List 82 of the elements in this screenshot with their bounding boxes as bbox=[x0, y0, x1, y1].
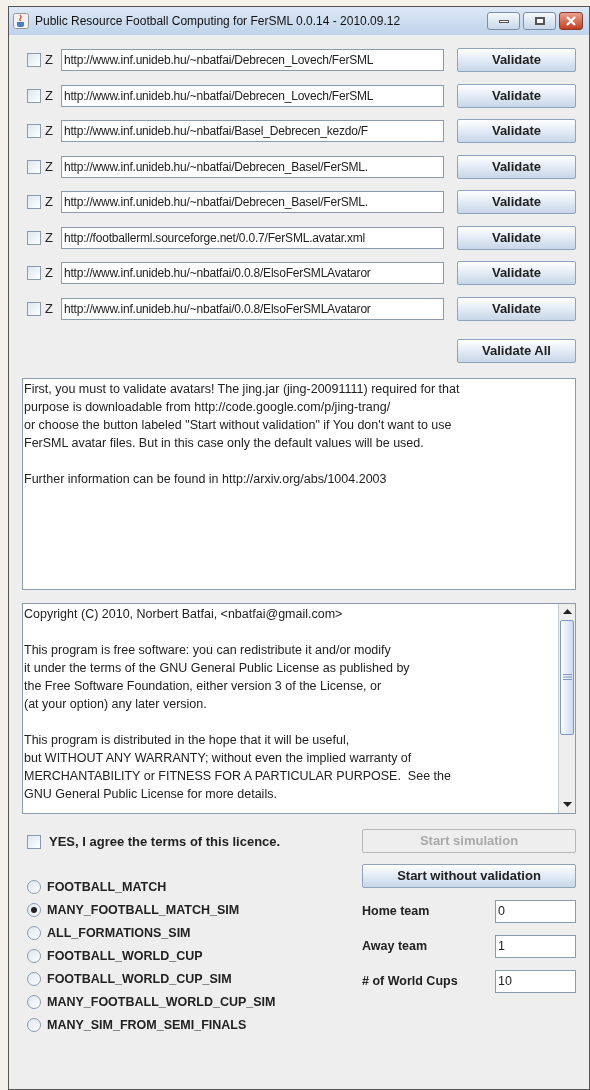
setting-field[interactable]: 0 bbox=[495, 899, 576, 923]
validate-all-button[interactable]: Validate All bbox=[457, 338, 576, 363]
scrollbar[interactable] bbox=[558, 603, 575, 813]
mode-option-label[interactable]: MANY_FOOTBALL_WORLD_CUP_SIM bbox=[47, 992, 276, 1012]
checkbox[interactable] bbox=[27, 88, 41, 103]
maximize-icon bbox=[534, 17, 545, 25]
validate-button[interactable]: Validate bbox=[457, 225, 576, 250]
mode-option-label[interactable]: MANY_SIM_FROM_SEMI_FINALS bbox=[47, 1015, 247, 1035]
setting-field[interactable]: 10 bbox=[495, 969, 576, 993]
checkbox[interactable] bbox=[27, 124, 41, 138]
validate-button[interactable]: Validate bbox=[457, 261, 576, 285]
text-line: First, you must to validate avatars! The jing.jar (jing-20091111) required for that bbox=[24, 380, 460, 398]
url-field[interactable]: http://www.inf.unideb.hu/~nbatfai/Debrecen_Basel/FerSML. bbox=[60, 191, 444, 213]
text-line: the Free Software Foundation, either version 3 of the License, or bbox=[24, 677, 382, 695]
text-line: Copyright (C) 2010, Norbert Batfai, <nbatfai@gmail.com> bbox=[24, 605, 343, 623]
z-label: Z bbox=[45, 157, 53, 176]
text-line: it under the terms of the GNU General Public License as published by bbox=[24, 659, 410, 677]
text-line: or choose the button labeled "Start without validation" if You don't want to use bbox=[24, 416, 452, 434]
url-field[interactable]: http://footballerml.sourceforge.net/0.0.7/FerSML.avatar.xml bbox=[60, 226, 444, 249]
radio-button[interactable] bbox=[27, 972, 41, 986]
text-line: GNU General Public License for more details. bbox=[24, 785, 277, 803]
license-text-area[interactable] bbox=[22, 602, 576, 814]
checkbox[interactable] bbox=[27, 230, 41, 245]
url-field[interactable]: http://www.inf.unideb.hu/~nbatfai/Debrecen_Basel/FerSML. bbox=[60, 155, 444, 178]
mode-option-label[interactable]: FOOTBALL_WORLD_CUP_SIM bbox=[47, 969, 232, 989]
coffee-cup-icon bbox=[13, 13, 29, 29]
z-label: Z bbox=[45, 228, 53, 247]
text-line: This program is free software: you can redistribute it and/or modify bbox=[24, 641, 391, 659]
close-button[interactable] bbox=[559, 12, 583, 30]
close-icon bbox=[566, 16, 576, 26]
text-line: This program is distributed in the hope that it will be useful, bbox=[24, 731, 350, 749]
text-line: FerSML avatar files. But in this case only the default values will be used. bbox=[24, 434, 424, 452]
validate-button[interactable]: Validate bbox=[457, 296, 576, 321]
mode-option-label[interactable]: ALL_FORMATIONS_SIM bbox=[47, 923, 191, 943]
radio-button[interactable] bbox=[27, 995, 41, 1009]
z-label: Z bbox=[45, 122, 53, 141]
radio-button[interactable] bbox=[27, 1018, 41, 1032]
text-line: purpose is downloadable from http://code.google.com/p/jing-trang/ bbox=[24, 398, 391, 416]
checkbox[interactable] bbox=[27, 159, 41, 174]
mode-option-label[interactable]: FOOTBALL_MATCH bbox=[47, 877, 167, 897]
radio-button[interactable] bbox=[27, 903, 41, 917]
checkbox[interactable] bbox=[27, 195, 41, 209]
radio-button[interactable] bbox=[27, 880, 41, 894]
agree-label[interactable]: YES, I agree the terms of this licence. bbox=[49, 831, 281, 852]
minimize-button[interactable] bbox=[487, 12, 520, 30]
text-line: Further information can be found in http://arxiv.org/abs/1004.2003 bbox=[24, 470, 387, 488]
setting-label: Away team bbox=[362, 937, 428, 955]
info-text-area[interactable] bbox=[22, 377, 576, 590]
setting-label: # of World Cups bbox=[362, 972, 458, 990]
setting-label: Home team bbox=[362, 902, 430, 920]
z-label: Z bbox=[45, 299, 53, 318]
agree-checkbox[interactable] bbox=[27, 834, 41, 849]
validate-button[interactable]: Validate bbox=[457, 48, 576, 72]
url-field[interactable]: http://www.inf.unideb.hu/~nbatfai/Debrecen_Lovech/FerSML bbox=[60, 84, 444, 107]
minimize-icon bbox=[498, 19, 509, 23]
setting-field[interactable]: 1 bbox=[495, 934, 576, 958]
url-field[interactable]: http://www.inf.unideb.hu/~nbatfai/Debrecen_Lovech/FerSML bbox=[60, 49, 444, 71]
z-label: Z bbox=[45, 193, 53, 212]
maximize-button[interactable] bbox=[523, 12, 556, 30]
start-without-validation-button[interactable]: Start without validation bbox=[362, 863, 576, 888]
url-field[interactable]: http://www.inf.unideb.hu/~nbatfai/Basel_Debrecen_kezdo/F bbox=[60, 120, 444, 142]
validate-button[interactable]: Validate bbox=[457, 154, 576, 179]
checkbox[interactable] bbox=[27, 301, 41, 316]
mode-option-label[interactable]: MANY_FOOTBALL_MATCH_SIM bbox=[47, 900, 240, 920]
validate-button[interactable]: Validate bbox=[457, 190, 576, 214]
text-line: MERCHANTABILITY or FITNESS FOR A PARTICULAR PURPOSE. See the bbox=[24, 767, 451, 785]
validate-button[interactable]: Validate bbox=[457, 83, 576, 108]
radio-button[interactable] bbox=[27, 926, 41, 940]
text-line: (at your option) any later version. bbox=[24, 695, 207, 713]
z-label: Z bbox=[45, 264, 53, 283]
url-field[interactable]: http://www.inf.unideb.hu/~nbatfai/0.0.8/ElsoFerSMLAvataror bbox=[60, 297, 444, 320]
radio-button[interactable] bbox=[27, 949, 41, 963]
mode-option-label[interactable]: FOOTBALL_WORLD_CUP bbox=[47, 946, 203, 966]
validate-button[interactable]: Validate bbox=[457, 119, 576, 143]
window-title: Public Resource Football Computing for FerSML 0.0.14 - 2010.09.12 bbox=[35, 13, 401, 30]
z-label: Z bbox=[45, 51, 53, 70]
checkbox[interactable] bbox=[27, 266, 41, 280]
text-line: but WITHOUT ANY WARRANTY; without even the implied warranty of bbox=[24, 749, 412, 767]
checkbox[interactable] bbox=[27, 53, 41, 67]
url-field[interactable]: http://www.inf.unideb.hu/~nbatfai/0.0.8/ElsoFerSMLAvataror bbox=[60, 262, 444, 284]
scroll-thumb[interactable] bbox=[560, 619, 574, 735]
z-label: Z bbox=[45, 86, 53, 105]
